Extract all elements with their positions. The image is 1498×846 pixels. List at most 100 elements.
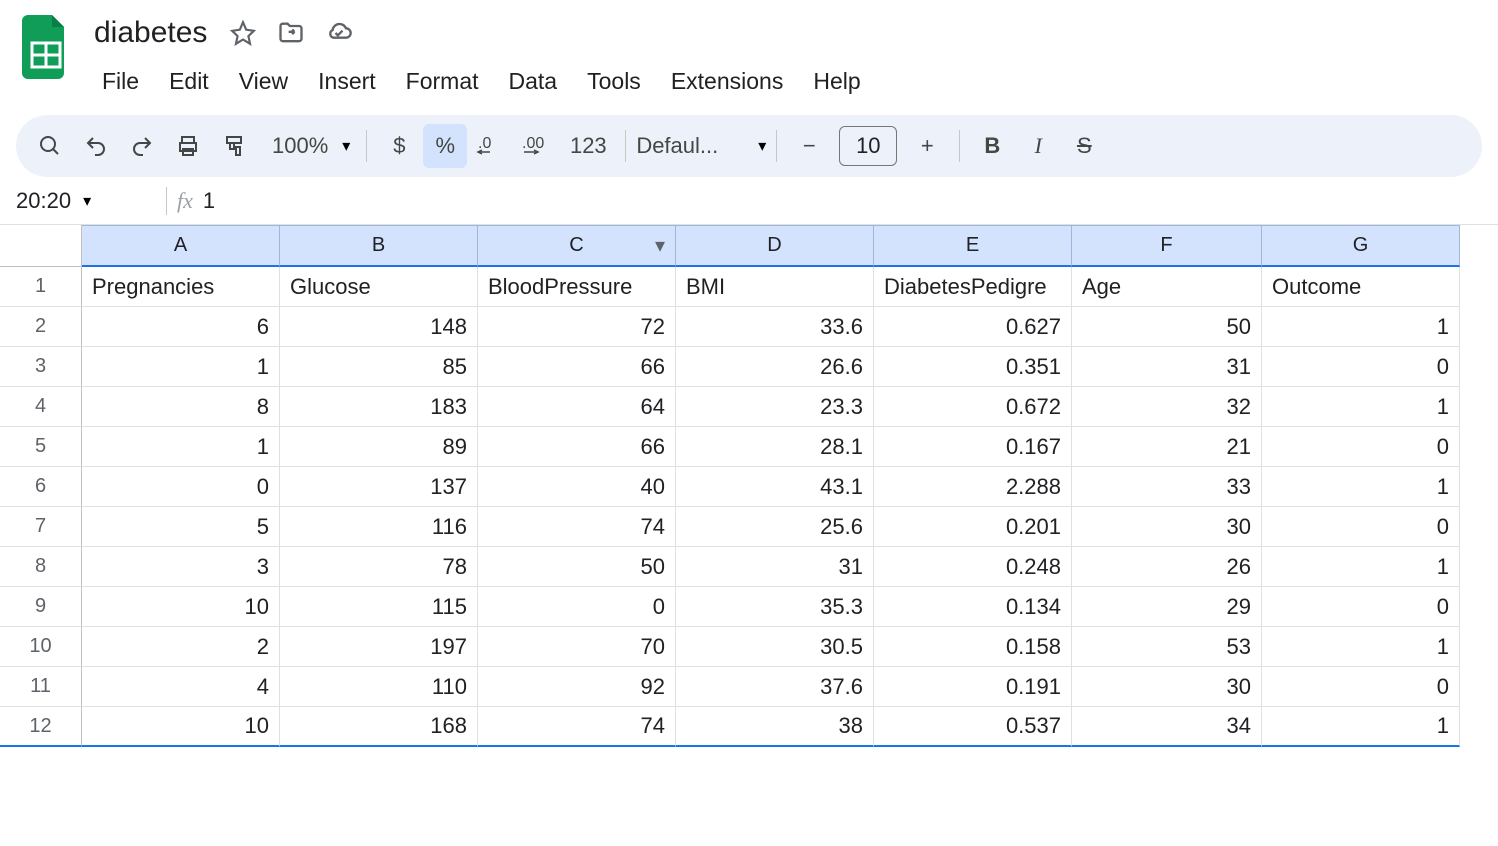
print-icon[interactable] <box>166 124 210 168</box>
cell[interactable]: 10 <box>82 587 280 627</box>
cell[interactable]: 137 <box>280 467 478 507</box>
cell[interactable]: 0.167 <box>874 427 1072 467</box>
col-header-b[interactable]: B <box>280 225 478 267</box>
cell[interactable]: 1 <box>82 347 280 387</box>
cell[interactable]: 0 <box>1262 427 1460 467</box>
number-format-button[interactable]: 123 <box>561 124 615 168</box>
sheets-logo[interactable] <box>20 12 72 82</box>
cell[interactable]: 0.201 <box>874 507 1072 547</box>
cell[interactable]: 115 <box>280 587 478 627</box>
cell[interactable]: 8 <box>82 387 280 427</box>
row-header[interactable]: 8 <box>0 547 82 587</box>
cell[interactable]: Outcome <box>1262 267 1460 307</box>
cell[interactable]: 53 <box>1072 627 1262 667</box>
menu-format[interactable]: Format <box>392 62 493 101</box>
cell[interactable]: 197 <box>280 627 478 667</box>
cell[interactable]: 1 <box>1262 387 1460 427</box>
cell[interactable]: 66 <box>478 427 676 467</box>
menu-edit[interactable]: Edit <box>155 62 223 101</box>
undo-icon[interactable] <box>74 124 118 168</box>
search-icon[interactable] <box>28 124 72 168</box>
row-header[interactable]: 2 <box>0 307 82 347</box>
cell[interactable]: 0.191 <box>874 667 1072 707</box>
cell[interactable]: 0 <box>1262 667 1460 707</box>
cell[interactable]: 26 <box>1072 547 1262 587</box>
cell[interactable]: 85 <box>280 347 478 387</box>
cell[interactable]: 2.288 <box>874 467 1072 507</box>
cell[interactable]: 74 <box>478 707 676 747</box>
cell[interactable]: 0.627 <box>874 307 1072 347</box>
menu-extensions[interactable]: Extensions <box>657 62 798 101</box>
cell[interactable]: 1 <box>1262 627 1460 667</box>
menu-view[interactable]: View <box>225 62 302 101</box>
cell[interactable]: DiabetesPedigre <box>874 267 1072 307</box>
cell[interactable]: 35.3 <box>676 587 874 627</box>
italic-button[interactable]: I <box>1016 124 1060 168</box>
cell[interactable]: Age <box>1072 267 1262 307</box>
cell[interactable]: 1 <box>1262 707 1460 747</box>
cell[interactable]: 30.5 <box>676 627 874 667</box>
row-header[interactable]: 1 <box>0 267 82 307</box>
bold-button[interactable]: B <box>970 124 1014 168</box>
cell[interactable]: Glucose <box>280 267 478 307</box>
cell[interactable]: 1 <box>1262 307 1460 347</box>
redo-icon[interactable] <box>120 124 164 168</box>
cell[interactable]: 0.537 <box>874 707 1072 747</box>
row-header[interactable]: 9 <box>0 587 82 627</box>
font-size-input[interactable] <box>839 126 897 166</box>
decrease-decimal-button[interactable]: .0 <box>469 124 513 168</box>
cell[interactable]: 4 <box>82 667 280 707</box>
cell[interactable]: 116 <box>280 507 478 547</box>
menu-file[interactable]: File <box>88 62 153 101</box>
cell[interactable]: 70 <box>478 627 676 667</box>
row-header[interactable]: 5 <box>0 427 82 467</box>
increase-decimal-button[interactable]: .00 <box>515 124 559 168</box>
cell[interactable]: 30 <box>1072 507 1262 547</box>
col-header-g[interactable]: G <box>1262 225 1460 267</box>
cell[interactable]: 0 <box>478 587 676 627</box>
cell[interactable]: 3 <box>82 547 280 587</box>
zoom-dropdown[interactable]: 100% ▾ <box>258 133 356 159</box>
cell[interactable]: 74 <box>478 507 676 547</box>
row-header[interactable]: 6 <box>0 467 82 507</box>
col-header-c[interactable]: C▾ <box>478 225 676 267</box>
cell[interactable]: 1 <box>1262 467 1460 507</box>
cell[interactable]: BloodPressure <box>478 267 676 307</box>
select-all-corner[interactable] <box>0 225 82 267</box>
cell[interactable]: 0 <box>82 467 280 507</box>
col-header-e[interactable]: E <box>874 225 1072 267</box>
cell[interactable]: 50 <box>478 547 676 587</box>
cell[interactable]: 183 <box>280 387 478 427</box>
row-header[interactable]: 3 <box>0 347 82 387</box>
cell[interactable]: 34 <box>1072 707 1262 747</box>
cell[interactable]: 33 <box>1072 467 1262 507</box>
cell[interactable]: 25.6 <box>676 507 874 547</box>
cell[interactable]: 0.672 <box>874 387 1072 427</box>
cloud-status-icon[interactable] <box>325 19 353 47</box>
row-header[interactable]: 10 <box>0 627 82 667</box>
increase-font-size-button[interactable]: + <box>905 124 949 168</box>
cell[interactable]: 78 <box>280 547 478 587</box>
cell[interactable]: 31 <box>1072 347 1262 387</box>
cell[interactable]: 72 <box>478 307 676 347</box>
cell[interactable]: 6 <box>82 307 280 347</box>
cell[interactable]: 2 <box>82 627 280 667</box>
cell[interactable]: 33.6 <box>676 307 874 347</box>
cell[interactable]: 0 <box>1262 347 1460 387</box>
cell[interactable]: 1 <box>1262 547 1460 587</box>
cell[interactable]: 148 <box>280 307 478 347</box>
strikethrough-button[interactable]: S <box>1062 124 1106 168</box>
row-header[interactable]: 4 <box>0 387 82 427</box>
cell[interactable]: 38 <box>676 707 874 747</box>
cell[interactable]: 50 <box>1072 307 1262 347</box>
row-header[interactable]: 7 <box>0 507 82 547</box>
menu-help[interactable]: Help <box>799 62 874 101</box>
cell[interactable]: 1 <box>82 427 280 467</box>
percent-button[interactable]: % <box>423 124 467 168</box>
cell[interactable]: 43.1 <box>676 467 874 507</box>
cell[interactable]: 0.248 <box>874 547 1072 587</box>
cell[interactable]: 23.3 <box>676 387 874 427</box>
cell[interactable]: 64 <box>478 387 676 427</box>
decrease-font-size-button[interactable]: − <box>787 124 831 168</box>
cell[interactable]: 31 <box>676 547 874 587</box>
